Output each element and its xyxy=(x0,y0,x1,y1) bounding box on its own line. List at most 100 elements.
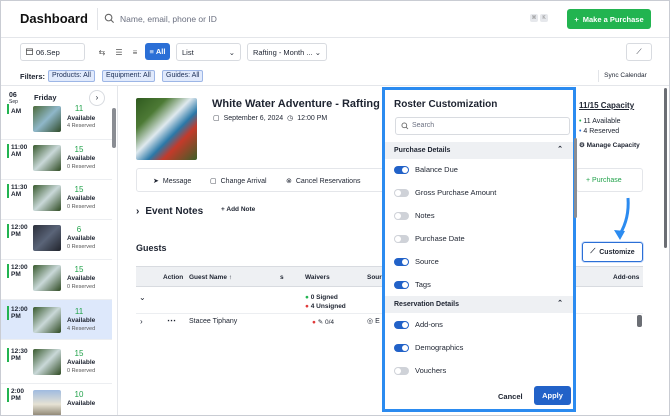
change-arrival-button[interactable]: ▢ Change Arrival xyxy=(210,177,267,186)
slot-count: 15 xyxy=(74,265,84,274)
slot-ampm: PM xyxy=(11,395,21,402)
add-note-button[interactable]: + Add Note xyxy=(221,206,255,213)
activity-meta: ▢ September 6, 2024 ◷ 12:00 PM xyxy=(213,114,327,123)
message-button[interactable]: ➤ Message xyxy=(153,177,192,186)
filters-label: Filters: xyxy=(20,72,46,81)
capacity-link[interactable]: 11/15 Capacity xyxy=(579,101,634,110)
toggle-switch[interactable] xyxy=(394,257,409,266)
timeline-scrollbar[interactable] xyxy=(112,108,116,148)
timeslot-item[interactable]: 11:00 AM 15 Available 0 Reserved xyxy=(0,140,112,180)
date-value: 06.Sep xyxy=(36,47,60,57)
toggle-purchase-date[interactable]: Purchase Date xyxy=(394,234,465,243)
slot-thumbnail xyxy=(33,390,61,416)
page-scrollbar[interactable] xyxy=(664,88,667,248)
modal-search-input[interactable]: Search xyxy=(412,122,434,129)
toggle-vouchers[interactable]: Vouchers xyxy=(394,366,446,375)
slot-reserved: 4 Reserved xyxy=(67,326,96,332)
guests-title: Guests xyxy=(136,243,167,253)
modal-scrollbar[interactable] xyxy=(574,138,577,218)
timeslot-item[interactable]: 11:30 AM 15 Available 0 Reserved xyxy=(0,180,112,220)
toggle-switch[interactable] xyxy=(394,211,409,220)
filter-list-icon[interactable]: ≡ xyxy=(128,45,142,59)
global-search[interactable]: Name, email, phone or ID ⌘ K xyxy=(97,8,552,30)
timeslot-item[interactable]: 12:00 PM 15 Available 0 Reserved xyxy=(0,260,112,300)
apply-button[interactable]: Apply xyxy=(534,386,571,405)
slot-available: Available xyxy=(67,275,96,282)
slot-count: 15 xyxy=(74,145,84,154)
manage-capacity-button[interactable]: ⚙ Manage Capacity xyxy=(579,141,640,149)
chevron-right-icon[interactable]: › xyxy=(140,317,143,326)
waiver-count: 0/4 xyxy=(325,319,335,326)
slot-ampm: PM xyxy=(11,271,21,278)
slot-time: 12:00 xyxy=(11,264,28,271)
row-scrollbar[interactable] xyxy=(637,315,642,327)
purchase-details-section[interactable]: Purchase Details ⌃ xyxy=(385,142,573,159)
guides-filter-chip[interactable]: Guides: All xyxy=(162,70,204,82)
event-notes-title: Event Notes xyxy=(145,206,204,217)
availability-bar xyxy=(7,388,9,402)
toggle-switch[interactable] xyxy=(394,188,409,197)
reservation-details-section[interactable]: Reservation Details ⌃ xyxy=(385,296,573,313)
magic-wand-icon: ⟋ xyxy=(590,248,596,255)
magic-wand-button[interactable]: ⟋ xyxy=(626,43,652,61)
toggle-source[interactable]: Source xyxy=(394,257,439,266)
slot-count: 15 xyxy=(74,185,84,194)
waiver-status[interactable]: ● ✎ 0/4 xyxy=(312,318,334,326)
purchase-button[interactable]: + Purchase xyxy=(586,177,622,184)
toggle-add-ons[interactable]: Add-ons xyxy=(394,320,443,329)
cancel-circle-icon: ⊗ xyxy=(286,178,292,185)
toggle-tags[interactable]: Tags xyxy=(394,280,431,289)
toggle-gross-purchase-amount[interactable]: Gross Purchase Amount xyxy=(394,188,496,197)
date-picker[interactable]: 06.Sep xyxy=(20,43,85,61)
toggle-label: Vouchers xyxy=(415,366,447,375)
timeslot-item[interactable]: 12:30 PM 15 Available 0 Reserved xyxy=(0,344,112,384)
event-notes-toggle[interactable]: › Event Notes xyxy=(136,206,203,217)
customize-button[interactable]: ⟋ Customize xyxy=(582,242,643,262)
all-filter-button[interactable]: ≡ All xyxy=(145,43,170,60)
toggle-switch[interactable] xyxy=(394,165,409,174)
capacity-available-label: 11 Available xyxy=(583,118,621,125)
activity-select[interactable]: Rafting - Month ... ⌄ xyxy=(247,43,327,61)
toggle-switch[interactable] xyxy=(394,280,409,289)
search-icon xyxy=(401,122,409,132)
slot-reserved: 0 Reserved xyxy=(67,284,96,290)
timeslot-item[interactable]: AM 11 Available 4 Reserved xyxy=(0,104,112,140)
col-guest-name[interactable]: Guest Name ↑ xyxy=(189,274,232,281)
modal-search[interactable]: Search xyxy=(395,117,570,135)
view-value: List xyxy=(182,47,194,57)
col-waivers: Waivers xyxy=(305,274,330,281)
availability-bar xyxy=(7,184,9,198)
customize-label: Customize xyxy=(599,248,635,256)
globe-icon: ◎ xyxy=(367,318,374,325)
calendar-icon: ▢ xyxy=(210,178,217,185)
list-view-icon[interactable]: ⇆ xyxy=(95,45,109,59)
search-input[interactable]: Name, email, phone or ID xyxy=(120,14,217,24)
day-name: Friday xyxy=(34,93,57,102)
availability-bar xyxy=(7,104,9,114)
toggle-switch[interactable] xyxy=(394,320,409,329)
make-purchase-button[interactable]: + Make a Purchase xyxy=(567,9,651,29)
toggle-label: Balance Due xyxy=(415,165,458,174)
timeslot-item[interactable]: 12:00 PM 6 Available 0 Reserved xyxy=(0,220,112,260)
message-label: Message xyxy=(162,177,192,185)
more-options-icon[interactable]: ⋯ xyxy=(167,315,176,326)
slot-time: 11:00 xyxy=(11,144,28,151)
cancel-button[interactable]: Cancel xyxy=(498,392,523,401)
chevron-down-icon[interactable]: ⌄ xyxy=(139,293,146,302)
toggle-label: Tags xyxy=(415,280,431,289)
sync-calendar-button[interactable]: Sync Calendar xyxy=(598,70,652,82)
toggle-demographics[interactable]: Demographics xyxy=(394,343,463,352)
timeslot-item-selected[interactable]: 12:00 PM 11 Available 4 Reserved xyxy=(0,300,112,340)
toggle-switch[interactable] xyxy=(394,366,409,375)
toggle-notes[interactable]: Notes xyxy=(394,211,435,220)
toggle-label: Demographics xyxy=(415,343,464,352)
toggle-balance-due[interactable]: Balance Due xyxy=(394,165,458,174)
equipment-filter-chip[interactable]: Equipment: All xyxy=(102,70,155,82)
view-select[interactable]: List ⌄ xyxy=(176,43,241,61)
toggle-switch[interactable] xyxy=(394,343,409,352)
cancel-reservations-button[interactable]: ⊗ Cancel Reservations xyxy=(286,177,360,186)
toggle-switch[interactable] xyxy=(394,234,409,243)
sort-icon[interactable]: ☰ xyxy=(112,45,126,59)
products-filter-chip[interactable]: Products: All xyxy=(48,70,95,82)
timeslot-item[interactable]: 2:00 PM 10 Available xyxy=(0,384,112,416)
